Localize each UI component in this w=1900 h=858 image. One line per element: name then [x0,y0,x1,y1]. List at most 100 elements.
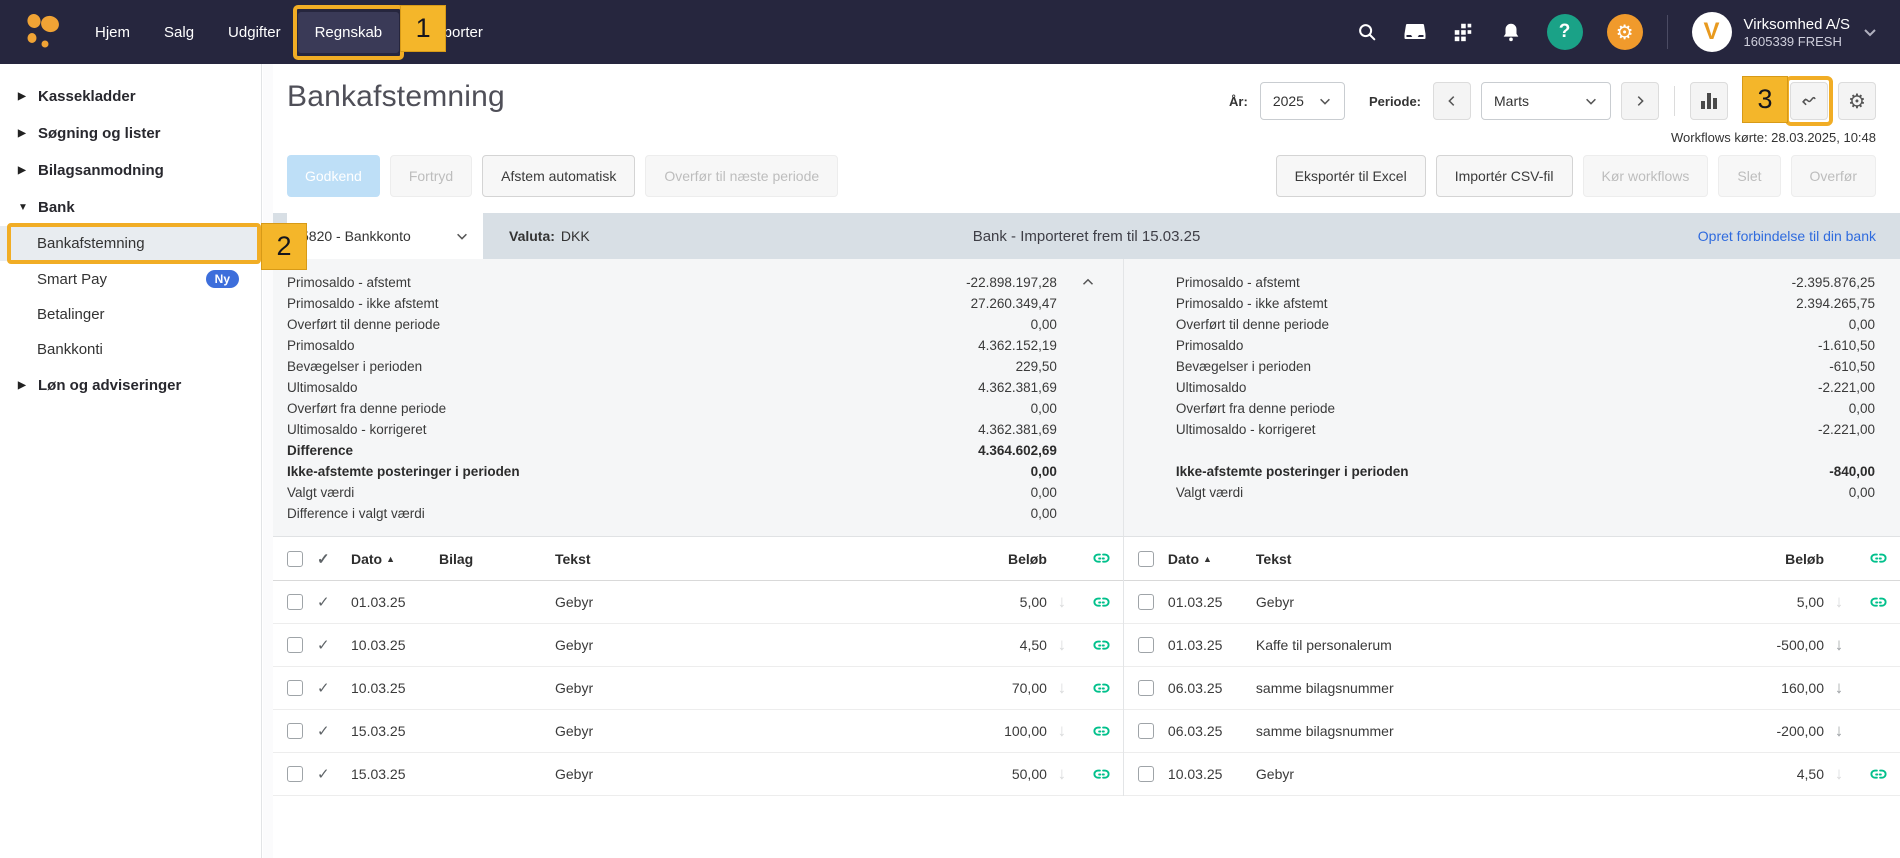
period-select[interactable]: Marts [1481,82,1611,120]
workflow-settings-button[interactable]: 3 [1742,76,1833,126]
year-select[interactable]: 2025 [1259,82,1345,120]
summary-row: Overført fra denne periode 0,00 [1176,398,1875,419]
row-checkbox[interactable] [1137,637,1154,653]
row-checkbox[interactable] [287,723,303,739]
summary-row: Valgt værdi 0,00 [1176,482,1875,503]
bar-chart-icon [1701,93,1717,109]
import-csv-button[interactable]: Importér CSV-fil [1435,155,1573,197]
table-row[interactable]: ✓ 15.03.25 Gebyr 100,00 ↓ [273,710,1123,753]
apps-grid-icon[interactable] [1451,20,1475,44]
summary-value: 0,00 [1848,485,1875,500]
reconciled-check-icon: ✓ [317,594,330,611]
row-checkbox[interactable] [1137,594,1154,610]
table-row[interactable]: ✓ 15.03.25 Gebyr 50,00 ↓ [273,753,1123,796]
transfer-arrow-icon[interactable]: ↓ [1047,678,1077,698]
transfer-arrow-icon[interactable]: ↓ [1824,635,1854,655]
transfer-arrow-icon[interactable]: ↓ [1824,721,1854,741]
summary-label: Primosaldo - afstemt [287,275,411,290]
notifications-bell-icon[interactable] [1499,20,1523,44]
unlink-chain-button[interactable] [1077,765,1111,784]
summary-label: Bevægelser i perioden [1175,359,1311,374]
row-checkbox[interactable] [287,594,303,610]
unlink-chain-button[interactable] [1854,765,1888,784]
auto-reconcile-button[interactable]: Afstem automatisk [482,155,636,197]
connect-bank-link[interactable]: Opret forbindelse til din bank [1698,228,1876,244]
transfer-arrow-icon[interactable]: ↓ [1824,592,1854,612]
column-dato[interactable]: Dato ▲ [351,551,439,567]
chevron-down-icon [1586,98,1596,105]
search-icon[interactable] [1355,20,1379,44]
collapse-summary-icon[interactable] [1079,273,1097,291]
transfer-arrow-icon[interactable]: ↓ [1824,678,1854,698]
table-row[interactable]: 01.03.25 Kaffe til personalerum -500,00 ↓ [1123,624,1900,667]
row-checkbox[interactable] [287,637,303,653]
account-menu[interactable]: V Virksomhed A/S 1605339 FRESH [1691,12,1878,52]
row-checkbox[interactable] [287,766,303,782]
bank-account-select[interactable]: 5820 - Bankkonto [287,213,483,259]
reconciled-check-icon: ✓ [317,723,330,740]
export-excel-button[interactable]: Eksportér til Excel [1275,155,1426,197]
unlink-chain-button[interactable] [1077,679,1111,698]
nav-salg[interactable]: Salg [147,12,211,53]
nav-regnskab[interactable]: Regnskab 1 [292,4,447,60]
page-settings-button[interactable]: ⚙ [1838,82,1876,120]
economic-logo[interactable] [20,11,66,53]
table-row[interactable]: 01.03.25 Gebyr 5,00 ↓ [1123,581,1900,624]
table-row[interactable]: 06.03.25 samme bilagsnummer 160,00 ↓ [1123,667,1900,710]
transfer-arrow-icon[interactable]: ↓ [1047,764,1077,784]
next-period-button[interactable] [1621,82,1659,120]
link-chain-icon [1093,597,1110,607]
inbox-icon[interactable] [1403,20,1427,44]
period-value: Marts [1494,93,1529,109]
transfer-arrow-icon[interactable]: ↓ [1047,592,1077,612]
chevron-down-icon [1864,29,1876,37]
transfer-arrow-icon[interactable]: ↓ [1047,721,1077,741]
unlink-chain-button[interactable] [1077,636,1111,655]
sidebar-item-bankafstemning[interactable]: Bankafstemning 2 [0,223,307,270]
sidebar-item-bankkonti[interactable]: Bankkonti [0,332,261,367]
table-row[interactable]: ✓ 01.03.25 Gebyr 5,00 ↓ [273,581,1123,624]
settings-button[interactable]: ⚙ [1606,14,1643,50]
chart-view-button[interactable] [1690,82,1728,120]
table-row[interactable]: 10.03.25 Gebyr 4,50 ↓ [1123,753,1900,796]
row-amount: 50,00 [1011,766,1047,782]
select-all-checkbox[interactable] [1137,550,1154,567]
transfer-arrow-icon[interactable]: ↓ [1824,764,1854,784]
row-checkbox[interactable] [287,680,303,696]
table-row[interactable]: ✓ 10.03.25 Gebyr 70,00 ↓ [273,667,1123,710]
unlink-chain-button[interactable] [1854,593,1888,612]
row-date: 10.03.25 [351,637,406,653]
transfer-arrow-icon[interactable]: ↓ [1047,635,1077,655]
sidebar-item-bank[interactable]: ▼ Bank [0,189,261,226]
row-checkbox[interactable] [1137,766,1154,782]
sidebar-item-kassekladder[interactable]: ▶ Kassekladder [0,78,261,115]
help-button[interactable]: ? [1546,14,1583,50]
row-checkbox[interactable] [1137,723,1154,739]
unlink-chain-button[interactable] [1077,593,1111,612]
reconciliation-summary: Primosaldo - afstemt -22.898.197,28 Primos… [273,259,1900,537]
sidebar-item-smart-pay[interactable]: Smart Pay Ny [0,261,261,297]
unlink-chain-button[interactable] [1077,722,1111,741]
select-all-checkbox[interactable] [287,550,303,567]
nav-udgifter[interactable]: Udgifter [211,12,298,53]
summary-value: 4.362.381,69 [978,422,1057,437]
column-dato[interactable]: Dato ▲ [1168,551,1256,567]
summary-label: Difference i valgt værdi [287,506,425,521]
link-all-icon[interactable] [1077,549,1111,568]
nav-hjem[interactable]: Hjem [78,12,147,53]
link-all-icon[interactable] [1854,549,1888,568]
row-checkbox[interactable] [1137,680,1154,696]
summary-label: Overført fra denne periode [287,401,447,416]
currency-label: Valuta: [509,228,555,244]
sidebar-item-bilagsanmodning[interactable]: ▶ Bilagsanmodning [0,152,261,189]
table-row[interactable]: ✓ 10.03.25 Gebyr 4,50 ↓ [273,624,1123,667]
previous-period-button[interactable] [1433,82,1471,120]
summary-row: Overført fra denne periode 0,00 [287,398,1057,419]
sidebar-item-sogning-og-lister[interactable]: ▶ Søgning og lister [0,115,261,152]
ledger-entries-table: ✓ Dato ▲ Bilag Tekst Beløb ✓ 01.03.25 Gebyr… [273,537,1124,796]
table-row[interactable]: 06.03.25 samme bilagsnummer -200,00 ↓ [1123,710,1900,753]
sidebar-item-betalinger[interactable]: Betalinger [0,297,261,332]
sidebar-label: Søgning og lister [38,125,161,142]
sidebar-item-lon-og-adviseringer[interactable]: ▶ Løn og adviseringer [0,367,261,404]
sort-ascending-icon: ▲ [1203,553,1212,564]
